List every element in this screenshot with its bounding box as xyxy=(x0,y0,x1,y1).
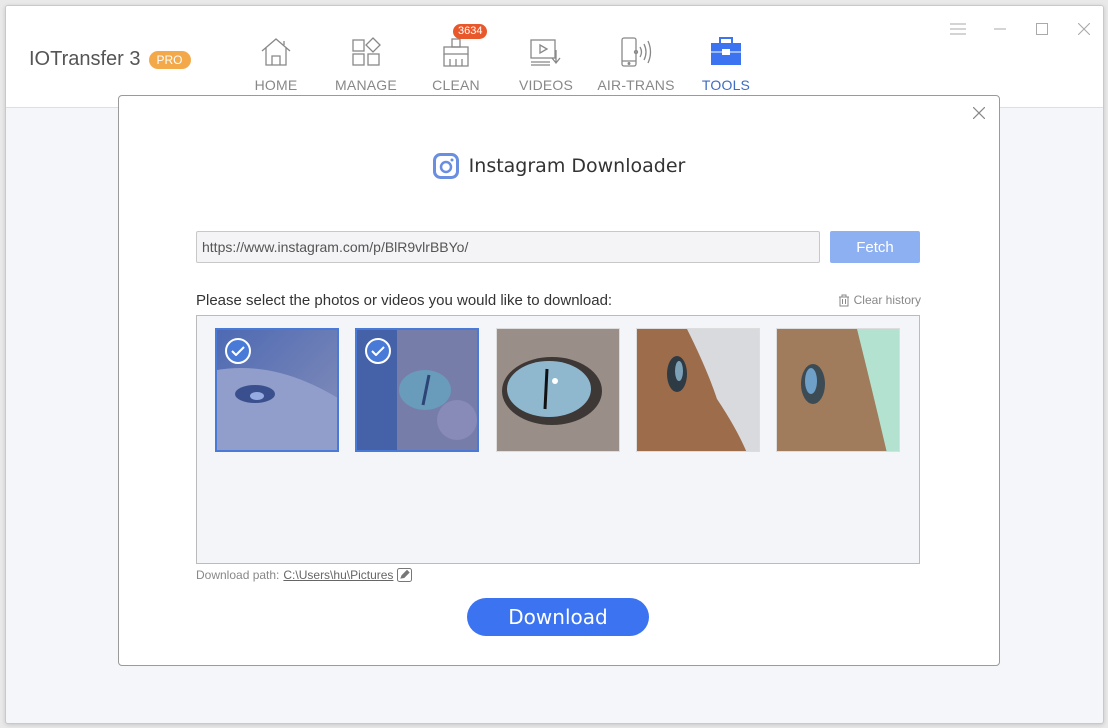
select-instructions: Please select the photos or videos you w… xyxy=(196,292,613,309)
maximize-button[interactable] xyxy=(1033,20,1051,38)
media-thumbnail[interactable] xyxy=(636,328,760,452)
close-icon xyxy=(1078,23,1090,35)
download-path-label: Download path: xyxy=(196,568,280,582)
nav-videos-label: VIDEOS xyxy=(518,77,574,93)
dialog-close-button[interactable] xyxy=(972,106,989,122)
checkmark-icon[interactable] xyxy=(225,338,251,364)
nav-manage[interactable]: MANAGE xyxy=(321,34,411,93)
close-window-button[interactable] xyxy=(1075,20,1093,38)
pro-badge: PRO xyxy=(148,50,191,69)
clear-history-button[interactable]: Clear history xyxy=(838,293,921,307)
minimize-button[interactable] xyxy=(991,20,1009,38)
nav-home-label: HOME xyxy=(254,77,298,93)
clean-count-badge: 3634 xyxy=(453,24,488,39)
instagram-downloader-dialog: Instagram Downloader Fetch Please select… xyxy=(118,95,1000,666)
nav-clean-label: CLEAN xyxy=(432,77,480,93)
minimize-icon xyxy=(994,28,1006,30)
checkmark-icon[interactable] xyxy=(365,338,391,364)
app-window: IOTransfer 3 PRO HOME MANAGE 3634 CLEAN … xyxy=(5,5,1104,724)
trash-icon xyxy=(838,294,849,306)
window-controls xyxy=(949,20,1093,38)
toolbox-icon xyxy=(708,34,744,70)
phone-wireless-icon xyxy=(618,34,654,70)
cat-photo-3 xyxy=(497,329,619,451)
media-thumbnail[interactable] xyxy=(355,328,479,452)
media-thumbnail[interactable] xyxy=(215,328,339,452)
cat-photo-5 xyxy=(777,329,899,451)
clear-history-label: Clear history xyxy=(853,293,921,307)
download-path-link[interactable]: C:\Users\hu\Pictures xyxy=(283,568,393,582)
broom-icon xyxy=(438,34,474,70)
nav-air-trans-label: AIR-TRANS xyxy=(597,77,675,93)
menu-icon xyxy=(950,23,966,35)
app-name: IOTransfer 3 xyxy=(29,48,141,70)
media-thumbnail[interactable] xyxy=(776,328,900,452)
close-icon xyxy=(972,106,986,120)
video-download-icon xyxy=(528,34,564,70)
nav-home[interactable]: HOME xyxy=(231,34,321,93)
cat-photo-4 xyxy=(637,329,759,451)
nav-tools-label: TOOLS xyxy=(701,77,751,93)
top-bar: IOTransfer 3 PRO HOME MANAGE 3634 CLEAN … xyxy=(6,6,1103,108)
nav-clean[interactable]: 3634 CLEAN xyxy=(411,24,501,93)
nav-videos[interactable]: VIDEOS xyxy=(501,34,591,93)
media-gallery xyxy=(196,315,920,564)
fetch-button[interactable]: Fetch xyxy=(830,231,920,263)
main-nav: HOME MANAGE 3634 CLEAN VIDEOS AIR-TRANS … xyxy=(231,24,771,93)
media-thumbnail[interactable] xyxy=(496,328,620,452)
app-title: IOTransfer 3 PRO xyxy=(29,48,191,71)
manage-icon xyxy=(348,34,384,70)
edit-icon[interactable] xyxy=(397,568,413,582)
dialog-title: Instagram Downloader xyxy=(119,153,999,179)
nav-tools[interactable]: TOOLS xyxy=(681,34,771,93)
menu-button[interactable] xyxy=(949,20,967,38)
dialog-title-text: Instagram Downloader xyxy=(468,155,686,177)
maximize-icon xyxy=(1036,23,1048,35)
download-path-row: Download path: C:\Users\hu\Pictures xyxy=(196,568,413,582)
instagram-url-input[interactable] xyxy=(196,231,820,263)
home-icon xyxy=(258,34,294,70)
nav-air-trans[interactable]: AIR-TRANS xyxy=(591,34,681,93)
instagram-icon xyxy=(432,153,459,179)
download-button[interactable]: Download xyxy=(467,598,649,636)
nav-manage-label: MANAGE xyxy=(335,77,397,93)
